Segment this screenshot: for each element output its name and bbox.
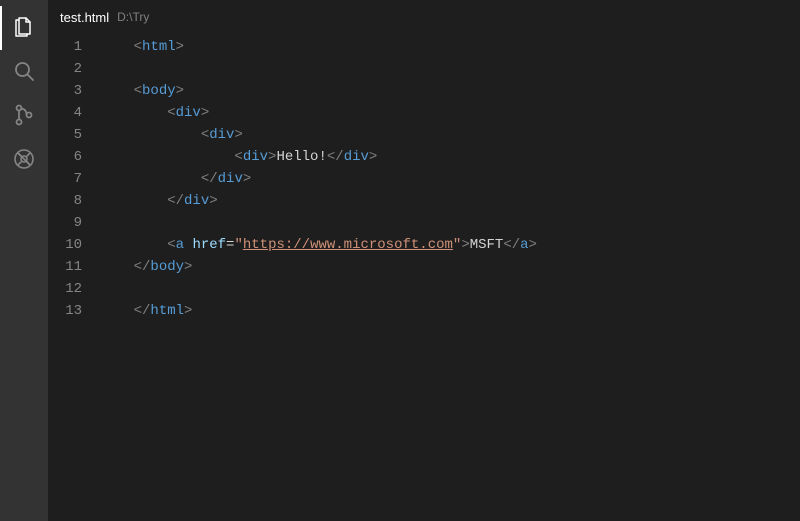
- source-control-icon: [12, 103, 36, 130]
- activity-debug[interactable]: [0, 138, 48, 182]
- token-tag: a: [176, 237, 184, 253]
- line-number: 6: [48, 146, 82, 168]
- token-punc: <: [167, 105, 175, 121]
- token-tag: body: [142, 83, 176, 99]
- token-tag: div: [344, 149, 369, 165]
- code-line[interactable]: [100, 212, 800, 234]
- token-tag: html: [142, 39, 176, 55]
- token-tag: div: [218, 171, 243, 187]
- open-file-path: D:\Try: [117, 10, 149, 24]
- activity-explorer[interactable]: [0, 6, 48, 50]
- token-tag: div: [184, 193, 209, 209]
- token-punc: >: [234, 127, 242, 143]
- code-line[interactable]: <a href="https://www.microsoft.com">MSFT…: [100, 234, 800, 256]
- editor-group: test.html D:\Try 12345678910111213 <html…: [48, 0, 800, 521]
- token-punc: <: [167, 237, 175, 253]
- token-text: MSFT: [470, 237, 504, 253]
- token-punc: >: [209, 193, 217, 209]
- line-number: 9: [48, 212, 82, 234]
- token-punc: >: [529, 237, 537, 253]
- activity-search[interactable]: [0, 50, 48, 94]
- token-punc: </: [201, 171, 218, 187]
- token-tag: div: [243, 149, 268, 165]
- activity-source-control[interactable]: [0, 94, 48, 138]
- token-punc: >: [369, 149, 377, 165]
- line-number: 10: [48, 234, 82, 256]
- line-number: 1: [48, 36, 82, 58]
- code-line[interactable]: <div>Hello!</div>: [100, 146, 800, 168]
- debug-icon: [12, 147, 36, 174]
- tab-row: test.html D:\Try: [48, 0, 800, 34]
- line-number: 4: [48, 102, 82, 124]
- token-punc: >: [201, 105, 209, 121]
- code-line[interactable]: </div>: [100, 168, 800, 190]
- code-line[interactable]: <div>: [100, 124, 800, 146]
- token-tag: a: [520, 237, 528, 253]
- token-punc: </: [503, 237, 520, 253]
- token-punc: </: [134, 303, 151, 319]
- token-attr: href: [192, 237, 226, 253]
- token-tag: div: [176, 105, 201, 121]
- files-icon: [12, 15, 36, 42]
- line-number-gutter: 12345678910111213: [48, 36, 100, 521]
- token-punc: >: [176, 39, 184, 55]
- code-line[interactable]: </body>: [100, 256, 800, 278]
- token-punc: <: [134, 83, 142, 99]
- search-icon: [12, 59, 36, 86]
- line-number: 13: [48, 300, 82, 322]
- line-number: 3: [48, 80, 82, 102]
- open-file-name[interactable]: test.html: [60, 10, 109, 25]
- token-punc: >: [184, 259, 192, 275]
- token-punc: >: [176, 83, 184, 99]
- code-line[interactable]: [100, 58, 800, 80]
- token-tag: html: [150, 303, 184, 319]
- token-tag: div: [209, 127, 234, 143]
- token-punc: >: [243, 171, 251, 187]
- line-number: 12: [48, 278, 82, 300]
- code-line[interactable]: [100, 278, 800, 300]
- token-punc: <: [201, 127, 209, 143]
- app-root: test.html D:\Try 12345678910111213 <html…: [0, 0, 800, 521]
- line-number: 2: [48, 58, 82, 80]
- code-line[interactable]: </html>: [100, 300, 800, 322]
- token-punc: <: [234, 149, 242, 165]
- token-punc: </: [167, 193, 184, 209]
- token-text: Hello!: [276, 149, 326, 165]
- code-area[interactable]: <html> <body> <div> <div> <div>Hello!</d…: [100, 36, 800, 521]
- token-punc: >: [461, 237, 469, 253]
- token-str: ": [234, 237, 242, 253]
- code-line[interactable]: <body>: [100, 80, 800, 102]
- code-line[interactable]: </div>: [100, 190, 800, 212]
- token-punc: </: [134, 259, 151, 275]
- code-line[interactable]: <html>: [100, 36, 800, 58]
- editor[interactable]: 12345678910111213 <html> <body> <div> <d…: [48, 34, 800, 521]
- token-punc: </: [327, 149, 344, 165]
- token-punc: <: [134, 39, 142, 55]
- code-line[interactable]: <div>: [100, 102, 800, 124]
- line-number: 5: [48, 124, 82, 146]
- activity-bar: [0, 0, 48, 521]
- line-number: 11: [48, 256, 82, 278]
- token-punc: >: [184, 303, 192, 319]
- line-number: 8: [48, 190, 82, 212]
- token-url: https://www.microsoft.com: [243, 237, 453, 253]
- token-tag: body: [150, 259, 184, 275]
- line-number: 7: [48, 168, 82, 190]
